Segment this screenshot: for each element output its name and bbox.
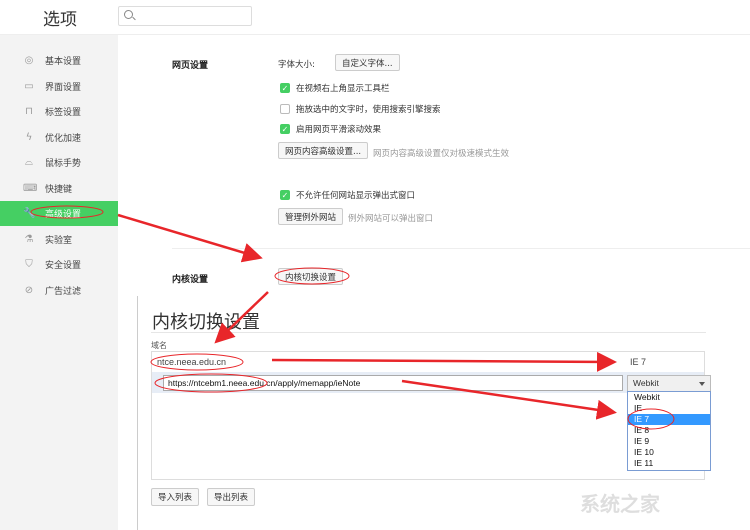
wrench-icon: 🔧 <box>23 208 36 219</box>
sidebar-item-8[interactable]: ⛉ 安全设置 <box>0 252 118 277</box>
popup-block-checkbox[interactable]: ✓ 不允许任何网站显示弹出式窗口 <box>280 189 415 201</box>
custom-font-button[interactable]: 自定义字体... <box>335 54 400 71</box>
web-option-label: 启用网页平滑滚动效果 <box>296 125 382 135</box>
shield-icon: ⛉ <box>25 259 33 270</box>
lightning-icon: ϟ <box>25 131 33 143</box>
sidebar-item-3[interactable]: ϟ 优化加速 <box>0 125 118 150</box>
import-list-button[interactable]: 导入列表 <box>151 488 200 506</box>
row-kernel: IE 7 <box>630 357 647 367</box>
sidebar-item-9[interactable]: ⊘ 广告过滤 <box>0 278 118 303</box>
divider <box>151 332 706 333</box>
search-input[interactable] <box>118 6 252 26</box>
sidebar-item-label: 安全设置 <box>45 261 82 271</box>
exceptions-hint: 例外网站可以弹出窗口 <box>348 214 434 224</box>
dropdown-option[interactable]: IE 11 <box>628 458 710 469</box>
export-list-button[interactable]: 导出列表 <box>207 488 256 506</box>
window-icon: ▭ <box>24 80 34 92</box>
sidebar-item-label: 高级设置 <box>45 210 82 220</box>
sidebar-item-label: 广告过滤 <box>45 286 82 297</box>
sidebar-item-1[interactable]: ▭ 界面设置 <box>0 74 118 99</box>
font-size-label: 字体大小: <box>278 60 315 70</box>
url-input[interactable] <box>163 375 623 391</box>
flask-icon: ⚗ <box>24 233 34 245</box>
search-icon <box>124 10 133 19</box>
dropdown-option[interactable]: IE <box>628 403 710 414</box>
sidebar-item-label: 优化加速 <box>45 133 82 144</box>
sidebar-item-label: 实验室 <box>45 235 73 246</box>
section-kernel-settings: 内核设置 <box>172 275 209 285</box>
chevron-down-icon <box>699 382 705 386</box>
sidebar-item-0[interactable]: ◎ 基本设置 <box>0 48 118 73</box>
sidebar-item-4[interactable]: ⌓ 鼠标手势 <box>0 150 118 175</box>
sidebar-item-label: 快捷键 <box>45 184 73 195</box>
checkbox-checked-icon: ✓ <box>280 83 290 93</box>
watermark-logo: 系统之家 <box>580 492 660 516</box>
circle-settings-icon: ◎ <box>24 55 34 66</box>
checkbox-checked-icon: ✓ <box>280 190 290 200</box>
dropdown-option[interactable]: IE 7 <box>628 414 710 425</box>
web-option-label: 拖放选中的文字时，使用搜索引擎搜索 <box>296 104 441 115</box>
dropdown-option[interactable]: IE 9 <box>628 436 710 447</box>
web-option-checkbox[interactable]: ✓ 启用网页平滑滚动效果 <box>280 123 381 135</box>
app-title: 选项 <box>43 10 77 30</box>
manage-exceptions-button[interactable]: 管理例外网站 <box>278 208 344 225</box>
sidebar-item-2[interactable]: ⊓ 标签设置 <box>0 99 118 124</box>
keyboard-icon: ⌨ <box>23 182 38 194</box>
sidebar-item-6[interactable]: 🔧 高级设置 <box>0 201 118 226</box>
advanced-content-button[interactable]: 网页内容高级设置... <box>278 142 369 159</box>
web-option-checkbox[interactable]: ✓ 在视频右上角显示工具栏 <box>280 82 390 94</box>
dropdown-option[interactable]: Webkit <box>628 392 710 403</box>
kernel-switch-button[interactable]: 内核切换设置 <box>278 268 344 285</box>
row-domain: ntce.neea.edu.cn <box>157 357 227 367</box>
web-option-label: 在视频右上角显示工具栏 <box>296 84 390 94</box>
advanced-hint: 网页内容高级设置仅对极速模式生效 <box>373 149 510 159</box>
sidebar-item-label: 标签设置 <box>45 108 82 118</box>
sidebar-item-5[interactable]: ⌨ 快捷键 <box>0 176 118 201</box>
sidebar-item-7[interactable]: ⚗ 实验室 <box>0 227 118 252</box>
web-option-checkbox[interactable]: 拖放选中的文字时，使用搜索引擎搜索 <box>280 103 441 115</box>
divider <box>172 248 750 249</box>
sidebar-item-label: 基本设置 <box>45 57 82 67</box>
sidebar-item-label: 界面设置 <box>45 82 82 93</box>
tab-icon: ⊓ <box>25 106 33 117</box>
popup-block-label: 不允许任何网站显示弹出式窗口 <box>296 191 416 201</box>
dialog-title: 内核切换设置 <box>152 312 260 333</box>
kernel-select[interactable]: Webkit <box>627 375 711 392</box>
dropdown-option[interactable]: IE 8 <box>628 425 710 436</box>
kernel-dropdown-list: Webkit IE IE 7 IE 8 IE 9 IE 10 IE 11 <box>627 391 711 471</box>
domain-column-label: 域名 <box>151 341 167 350</box>
section-web-settings: 网页设置 <box>172 61 209 71</box>
mouse-icon: ⌓ <box>25 157 33 168</box>
dropdown-option[interactable]: IE 10 <box>628 447 710 458</box>
kernel-select-value: Webkit <box>633 378 659 388</box>
table-row[interactable]: ntce.neea.edu.cn IE 7 <box>152 352 704 372</box>
sidebar-item-label: 鼠标手势 <box>45 159 82 169</box>
header <box>0 0 750 35</box>
annotation-arrow <box>117 213 263 263</box>
checkbox-empty-icon <box>280 103 290 114</box>
checkbox-checked-icon: ✓ <box>280 124 290 134</box>
block-icon: ⊘ <box>24 284 34 296</box>
